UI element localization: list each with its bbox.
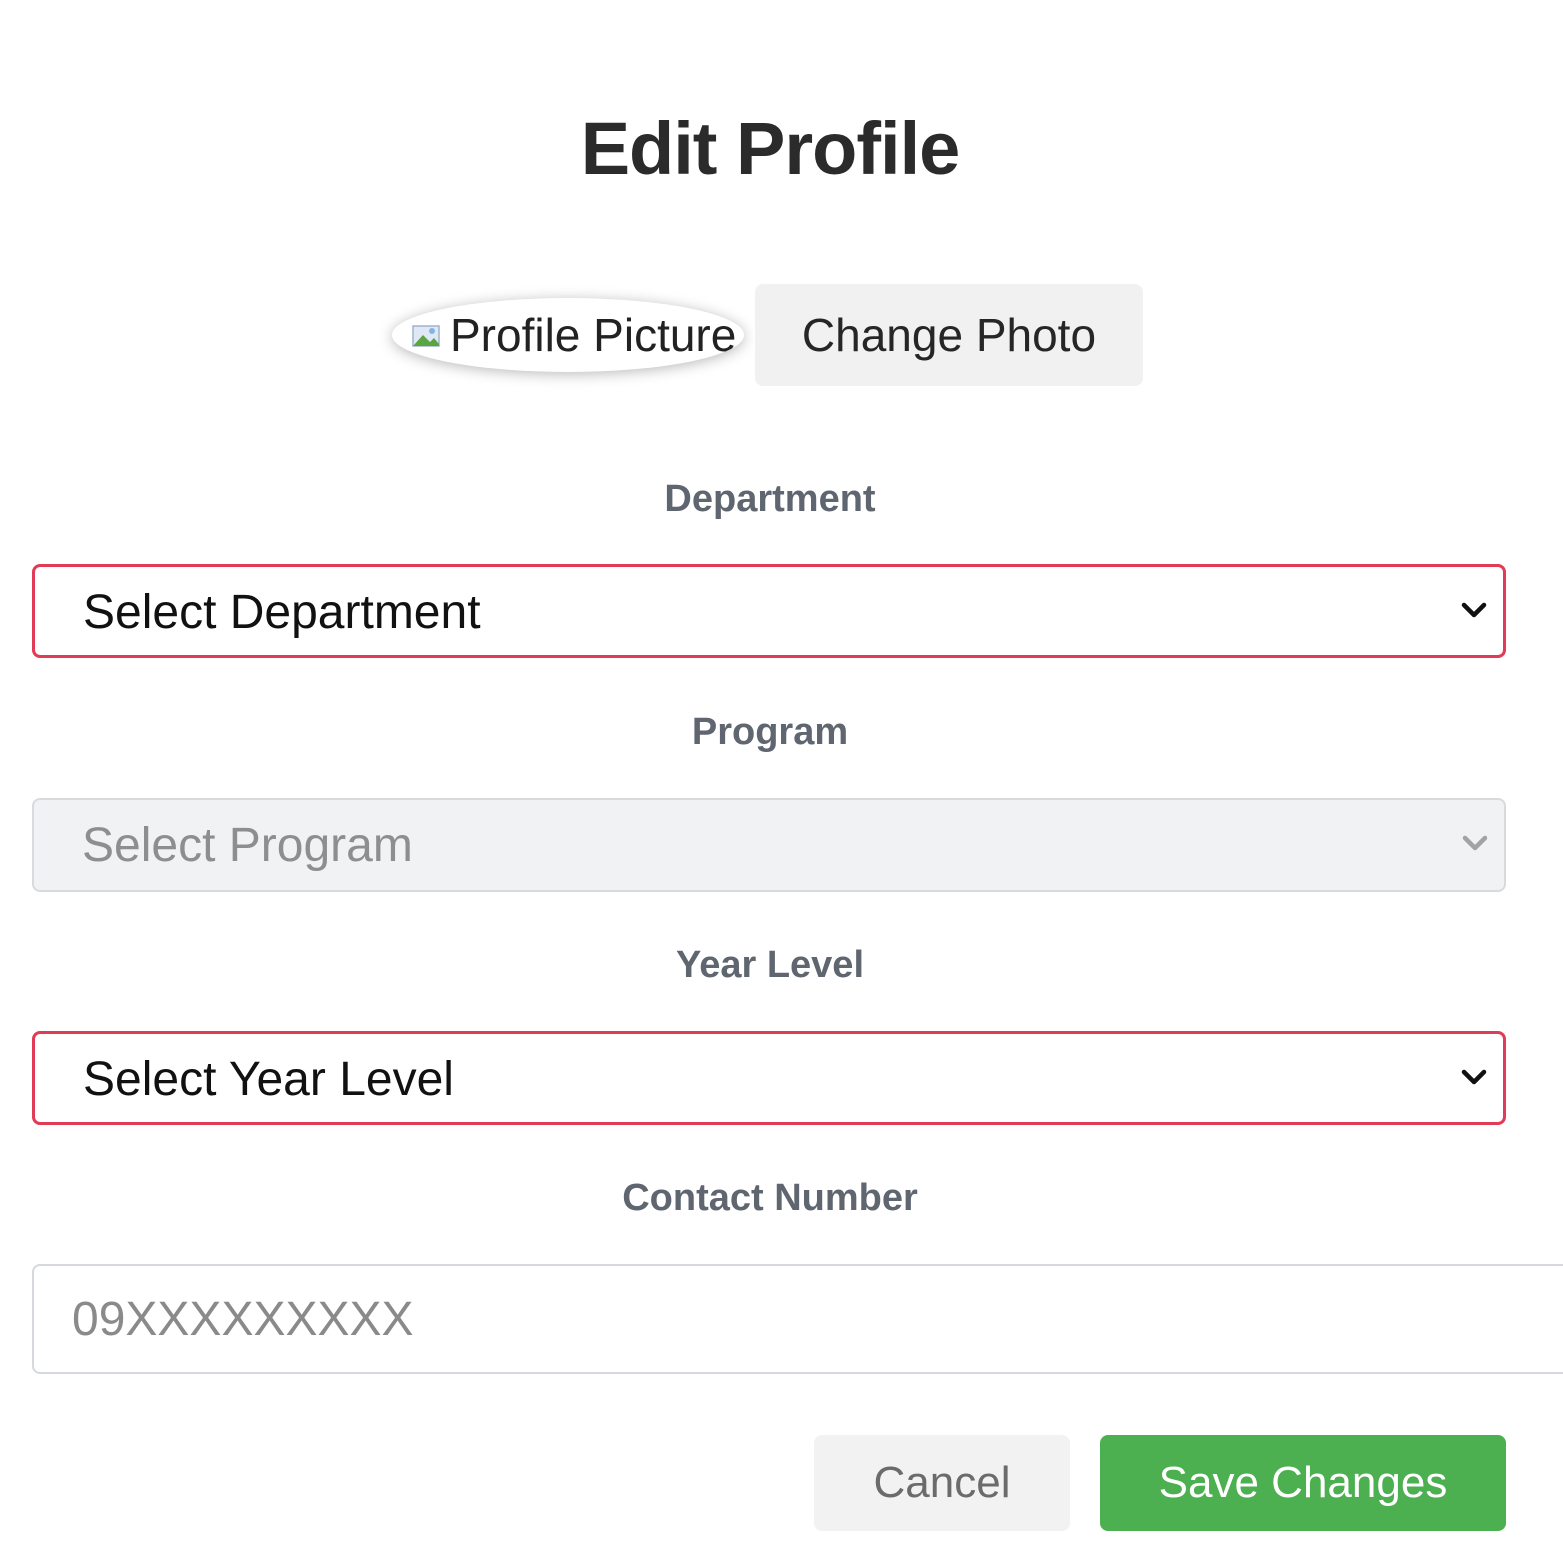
department-label: Department <box>664 478 876 520</box>
program-select-value: Select Program <box>82 819 413 872</box>
save-changes-button[interactable]: Save Changes <box>1100 1435 1506 1531</box>
edit-profile-modal: Edit Profile Profile Picture Change Phot… <box>0 0 1563 1563</box>
page-title: Edit Profile <box>580 107 961 190</box>
year-level-select[interactable]: Select Year Level <box>32 1031 1506 1125</box>
chevron-down-icon <box>1459 1068 1489 1088</box>
contact-number-placeholder: 09XXXXXXXXX <box>72 1293 414 1346</box>
contact-number-label: Contact Number <box>622 1177 918 1219</box>
year-level-label: Year Level <box>675 944 865 986</box>
department-select-value: Select Department <box>83 586 481 639</box>
change-photo-button[interactable]: Change Photo <box>755 284 1143 386</box>
program-select: Select Program <box>32 798 1506 892</box>
year-level-select-value: Select Year Level <box>83 1053 454 1106</box>
chevron-down-icon <box>1460 834 1490 854</box>
cancel-button[interactable]: Cancel <box>814 1435 1070 1531</box>
chevron-down-icon <box>1459 601 1489 621</box>
department-select[interactable]: Select Department <box>32 564 1506 658</box>
program-label: Program <box>691 711 849 753</box>
profile-picture-alt-text: Profile Picture <box>450 309 737 361</box>
profile-picture: Profile Picture <box>392 298 744 372</box>
contact-number-field[interactable]: 09XXXXXXXXX <box>32 1264 1563 1374</box>
broken-image-icon <box>410 322 444 350</box>
